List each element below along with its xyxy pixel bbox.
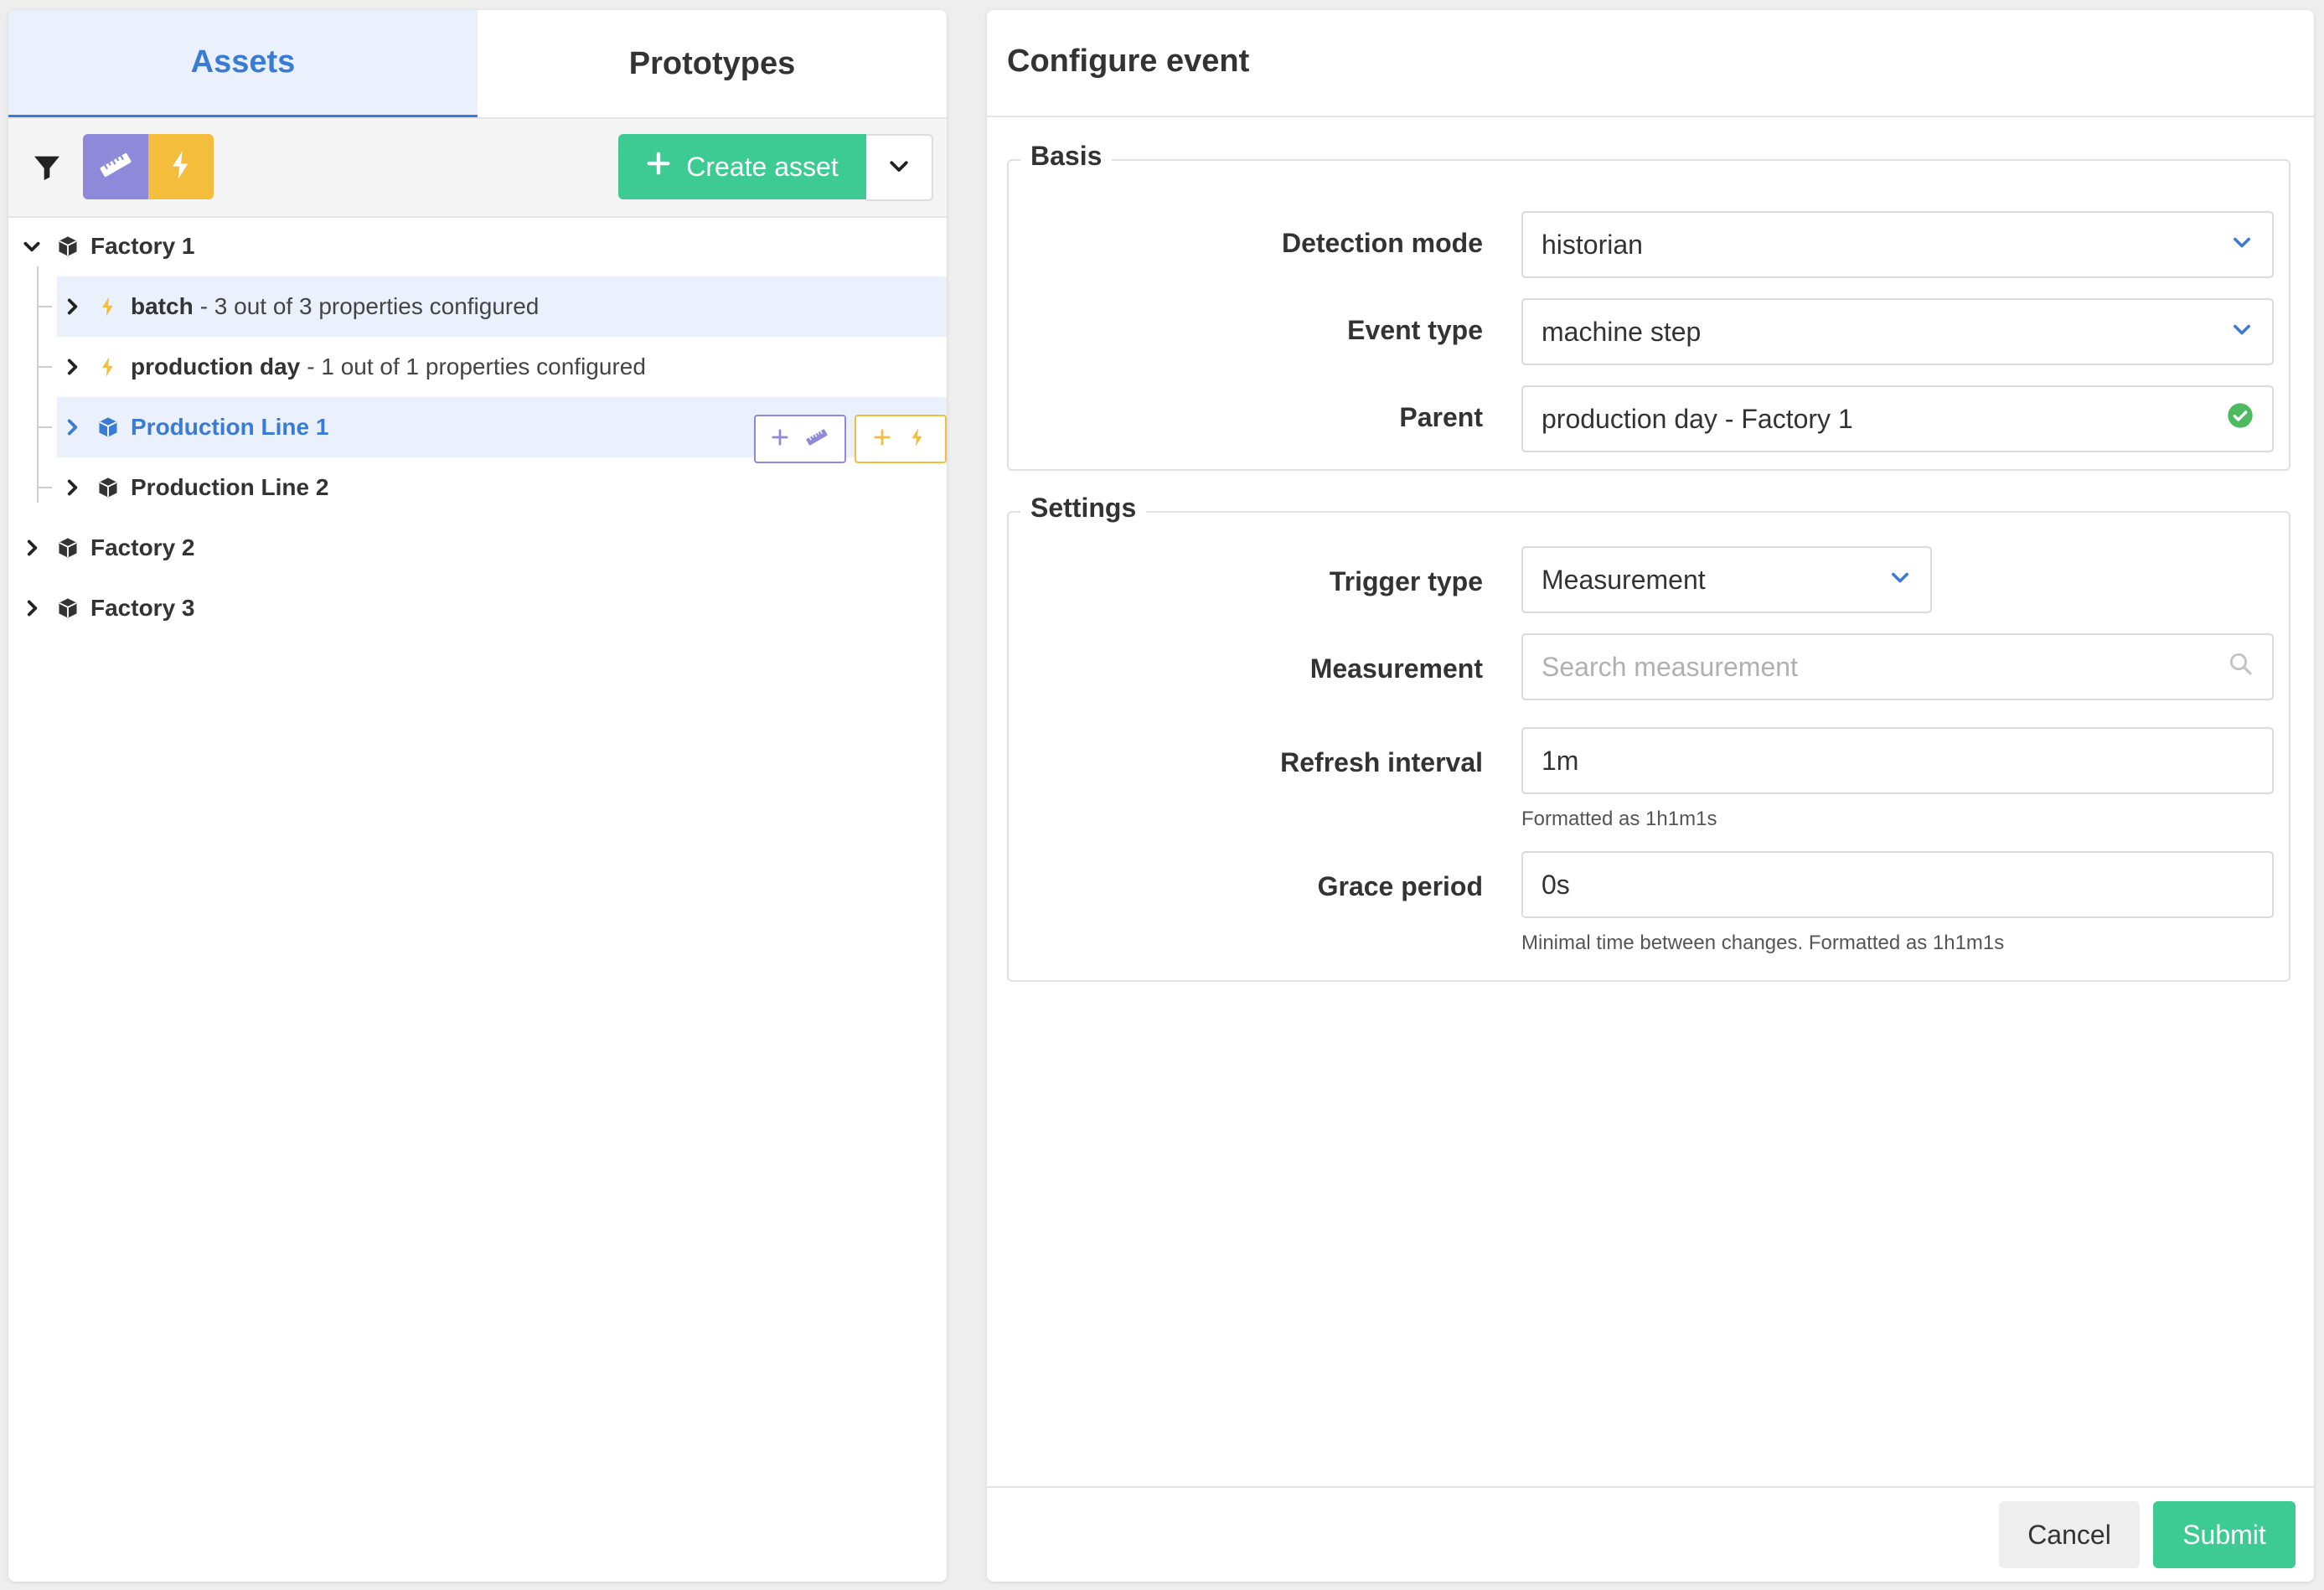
measurement-label: Measurement [1309, 653, 1483, 684]
detection-mode-value: historian [1542, 229, 1643, 260]
chevron-down-icon [2230, 317, 2254, 348]
chevron-right-icon[interactable] [20, 596, 44, 620]
cube-icon [96, 475, 121, 500]
measurement-search-input[interactable] [1521, 633, 2274, 700]
plus-icon [873, 428, 891, 451]
event-type-label: Event type [1347, 315, 1483, 345]
tree-guide-line [37, 266, 39, 503]
lightning-icon [906, 426, 928, 452]
plus-icon [771, 428, 789, 451]
tab-assets[interactable]: Assets [8, 10, 478, 117]
settings-legend: Settings [1020, 493, 1147, 524]
chevron-right-icon[interactable] [60, 476, 84, 499]
tree-node-production-day[interactable]: production day - 1 out of 1 properties c… [60, 337, 646, 397]
filter-icon[interactable] [30, 151, 64, 184]
tree-node-label: production day [131, 354, 301, 379]
cube-icon [55, 535, 80, 560]
toggle-measurements-button[interactable] [83, 134, 148, 199]
settings-fieldset: Settings Trigger type Measurement Measur… [1007, 493, 2290, 982]
create-asset-label: Create asset [686, 151, 839, 182]
tree-node-label: Production Line 1 [131, 414, 329, 440]
create-asset-dropdown[interactable] [866, 134, 933, 201]
asset-panel: Assets Prototypes Create asset Factory 1… [8, 10, 947, 1582]
tree-node-detail: - 1 out of 1 properties configured [307, 354, 646, 379]
tree-guide-line [37, 306, 52, 307]
cube-icon [96, 415, 121, 440]
tree-node-factory-2[interactable]: Factory 2 [20, 518, 195, 578]
detection-mode-label: Detection mode [1281, 228, 1483, 258]
tree-node-production-line-2[interactable]: Production Line 2 [60, 457, 328, 518]
add-measurement-button[interactable] [754, 415, 846, 463]
lightning-icon [164, 148, 198, 186]
submit-button[interactable]: Submit [2153, 1501, 2296, 1568]
cancel-button[interactable]: Cancel [1999, 1501, 2140, 1568]
search-icon [2227, 650, 2254, 684]
ruler-icon [804, 425, 829, 454]
tree-node-production-line-1[interactable]: Production Line 1 [60, 397, 328, 457]
tree-guide-line [37, 366, 52, 368]
trigger-type-value: Measurement [1542, 564, 1706, 595]
tree-node-label: Factory 3 [90, 595, 195, 621]
basis-legend: Basis [1020, 141, 1113, 172]
grace-period-label: Grace period [1317, 871, 1483, 901]
lightning-icon [96, 294, 121, 319]
tree-node-detail: - 3 out of 3 properties configured [199, 293, 540, 319]
toggle-events-button[interactable] [148, 134, 214, 199]
tree-node-factory-3[interactable]: Factory 3 [20, 578, 195, 638]
event-type-value: machine step [1542, 316, 1702, 347]
refresh-interval-hint: Formatted as 1h1m1s [1521, 808, 1717, 830]
chevron-right-icon[interactable] [20, 536, 44, 560]
refresh-interval-input[interactable]: 1m [1521, 727, 2274, 794]
chevron-right-icon[interactable] [60, 355, 84, 379]
grace-period-input[interactable]: 0s [1521, 851, 2274, 918]
tree-node-label: batch [131, 293, 194, 319]
basis-fieldset: Basis Detection mode historian Event typ… [1007, 141, 2290, 471]
tree-node-batch[interactable]: batch - 3 out of 3 properties configured [60, 276, 539, 337]
event-type-select[interactable]: machine step [1521, 298, 2274, 365]
parent-value: production day - Factory 1 [1542, 403, 1853, 434]
tree-node-label: Factory 2 [90, 534, 195, 560]
trigger-type-select[interactable]: Measurement [1521, 546, 1932, 613]
chevron-down-icon [1888, 565, 1912, 596]
tree-node-label: Factory 1 [90, 233, 195, 259]
tree-node-factory-1[interactable]: Factory 1 [20, 216, 195, 276]
refresh-interval-label: Refresh interval [1280, 747, 1483, 777]
ruler-icon [97, 147, 134, 188]
panel-tabs: Assets Prototypes [8, 10, 947, 119]
measurement-search-field[interactable] [1542, 651, 2227, 683]
tree-guide-line [37, 487, 52, 488]
check-circle-icon [2227, 402, 2254, 436]
chevron-right-icon[interactable] [60, 295, 84, 318]
tree-node-label: Production Line 2 [131, 474, 329, 500]
configure-event-panel: Configure event Basis Detection mode his… [987, 10, 2314, 1582]
cube-icon [55, 234, 80, 259]
chevron-down-icon[interactable] [20, 235, 44, 258]
chevron-right-icon[interactable] [60, 416, 84, 439]
create-asset-button[interactable]: Create asset [618, 134, 866, 199]
plus-icon [646, 151, 671, 183]
grace-period-hint: Minimal time between changes. Formatted … [1521, 932, 2005, 954]
panel-title: Configure event [1007, 44, 1250, 79]
detection-mode-select[interactable]: historian [1521, 211, 2274, 278]
parent-label: Parent [1399, 402, 1483, 432]
tab-prototypes[interactable]: Prototypes [478, 10, 947, 117]
divider [987, 1486, 2314, 1488]
trigger-type-label: Trigger type [1329, 566, 1483, 596]
parent-field[interactable]: production day - Factory 1 [1521, 385, 2274, 452]
chevron-down-icon [2230, 230, 2254, 261]
grace-period-value: 0s [1542, 869, 1570, 900]
chevron-down-icon [886, 153, 912, 183]
divider [987, 116, 2314, 117]
add-event-button[interactable] [855, 415, 947, 463]
refresh-interval-value: 1m [1542, 745, 1579, 776]
cube-icon [55, 596, 80, 621]
tree-guide-line [37, 426, 52, 428]
lightning-icon [96, 354, 121, 379]
